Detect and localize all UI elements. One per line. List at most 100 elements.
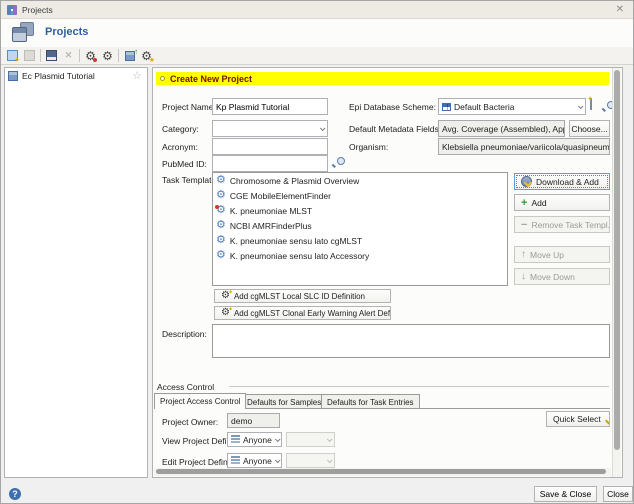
project-list: Ec Plasmid Tutorial ☆ <box>4 67 148 478</box>
import-project-icon[interactable]: ↑ <box>121 47 138 64</box>
task-templates-list[interactable]: ⚙ Chromosome & Plasmid Overview ⚙ CGE Mobi… <box>212 172 508 286</box>
view-definition-secondary-combobox <box>286 432 335 447</box>
help-icon[interactable]: ? <box>9 488 21 500</box>
new-project-icon[interactable]: ✦ <box>4 48 21 64</box>
scrollbar-thumb[interactable] <box>614 70 620 450</box>
chevron-down-icon <box>326 456 333 463</box>
quick-select-button[interactable]: Quick Select <box>546 411 610 427</box>
task-template-item[interactable]: ⚙ Chromosome & Plasmid Overview <box>213 173 507 188</box>
access-control-title: Access Control <box>157 382 215 392</box>
delete-project-icon: ✕ <box>64 50 73 60</box>
save-close-button[interactable]: Save & Close <box>534 486 597 502</box>
task-template-label: K. pneumoniae sensu lato cgMLST <box>229 235 363 246</box>
people-icon <box>231 456 240 465</box>
header: Projects <box>1 19 633 47</box>
edit-definition-secondary-combobox <box>286 453 335 468</box>
download-icon <box>521 176 532 187</box>
project-owner-value: demo <box>227 413 280 428</box>
manage-task-templates-icon[interactable]: ⚙ <box>82 48 99 64</box>
add-task-template-button[interactable]: + Add <box>514 194 610 211</box>
move-down-button: ↓ Move Down <box>514 268 610 285</box>
task-template-label: K. pneumoniae MLST <box>229 205 313 216</box>
tab-defaults-for-task-entries[interactable]: Defaults for Task Entries <box>321 394 420 409</box>
projects-icon <box>12 22 34 42</box>
task-template-item[interactable]: ⚙ K. pneumoniae sensu lato cgMLST <box>213 233 507 248</box>
organism-label: Organism: <box>349 142 389 152</box>
task-template-item[interactable]: ⚙ CGE MobileElementFinder <box>213 188 507 203</box>
project-name-input[interactable] <box>212 98 328 115</box>
epi-scheme-value: Default Bacteria <box>454 101 515 112</box>
description-label: Description: <box>162 329 207 339</box>
remove-task-template-button: − Remove Task Templ... <box>514 216 610 233</box>
default-metadata-value: Avg. Coverage (Assembled), Approximated … <box>438 120 565 137</box>
task-template-icon: ⚙ <box>216 219 226 231</box>
close-icon[interactable]: ✕ <box>616 4 624 15</box>
page-title: Projects <box>45 26 89 38</box>
chevron-down-icon <box>274 456 281 463</box>
task-template-icon: ⚙ <box>216 189 226 201</box>
task-template-icon: ⚙ <box>216 234 226 246</box>
epi-scheme-label: Epi Database Scheme: <box>349 102 436 112</box>
duplicate-project-icon <box>21 48 38 64</box>
plus-icon: + <box>521 196 528 209</box>
horizontal-scrollbar[interactable] <box>154 468 611 476</box>
arrow-up-icon: ↑ <box>521 248 526 260</box>
category-label: Category: <box>162 124 199 134</box>
new-scheme-icon[interactable] <box>590 98 592 110</box>
create-project-panel: Create New Project Project Name: Epi Dat… <box>152 67 623 478</box>
tab-project-access-control[interactable]: Project Access Control <box>154 393 247 409</box>
close-button[interactable]: Close <box>603 486 633 502</box>
toolbar: ✦ ✕ ⚙ ⚙ ↑ ⚙ ★ <box>1 47 633 65</box>
task-template-icon: ⚙ <box>216 249 226 261</box>
manage-plugins-icon[interactable]: ⚙ ★ <box>138 48 155 64</box>
modify-task-template-icon[interactable]: ⚙ <box>99 48 116 64</box>
tab-defaults-for-samples[interactable]: Defaults for Samples <box>241 394 328 409</box>
scrollbar-thumb[interactable] <box>156 469 606 474</box>
pubmed-input[interactable] <box>212 155 328 172</box>
project-name-label: Project Name: <box>162 102 216 112</box>
vertical-scrollbar[interactable] <box>612 68 621 477</box>
toolbar-separator <box>79 49 80 62</box>
pubmed-label: PubMed ID: <box>162 159 207 169</box>
task-template-item[interactable]: ⚙ NCBI AMRFinderPlus <box>213 218 507 233</box>
title-bar: Projects ✕ <box>1 1 633 19</box>
toolbar-separator <box>40 49 41 62</box>
edit-definition-combobox[interactable]: Anyone <box>227 453 282 468</box>
task-template-item[interactable]: ⚙ K. pneumoniae MLST <box>213 203 507 218</box>
task-template-item[interactable]: ⚙ K. pneumoniae sensu lato Accessory <box>213 248 507 263</box>
view-definition-combobox[interactable]: Anyone <box>227 432 282 447</box>
acronym-input[interactable] <box>212 138 328 155</box>
task-template-label: Chromosome & Plasmid Overview <box>229 175 360 186</box>
project-list-item-label: Ec Plasmid Tutorial <box>22 71 95 81</box>
key-icon <box>605 414 609 424</box>
organism-value: Klebsiella pneumoniae/variicola/quasipne… <box>438 138 610 155</box>
project-owner-label: Project Owner: <box>162 417 219 427</box>
project-list-item[interactable]: Ec Plasmid Tutorial ☆ <box>5 68 147 84</box>
favorite-star-icon[interactable]: ☆ <box>132 70 142 82</box>
save-project-icon[interactable] <box>43 48 60 64</box>
add-cgmlst-clonal-alert-button[interactable]: ⚙ Add cgMLST Clonal Early Warning Alert … <box>214 306 391 320</box>
description-textarea[interactable] <box>212 324 610 358</box>
group-divider <box>229 386 609 387</box>
banner-title: Create New Project <box>170 73 253 84</box>
add-cgmlst-local-slc-button[interactable]: ⚙ Add cgMLST Local SLC ID Definition <box>214 289 391 303</box>
scheme-table-icon <box>442 102 451 111</box>
projects-dialog: Projects ✕ Projects ✦ ✕ ⚙ ⚙ ↑ ⚙ ★ Ec Plas… <box>0 0 634 504</box>
choose-metadata-button[interactable]: Choose... <box>569 120 610 137</box>
download-add-button[interactable]: Download & Add <box>514 173 610 190</box>
project-icon <box>8 71 18 81</box>
gear-sparkle-icon: ⚙ <box>221 290 233 301</box>
task-template-label: CGE MobileElementFinder <box>229 190 331 201</box>
app-icon <box>7 4 17 15</box>
task-template-mlst-icon: ⚙ <box>215 204 226 216</box>
task-template-label: K. pneumoniae sensu lato Accessory <box>229 250 370 261</box>
acronym-label: Acronym: <box>162 142 198 152</box>
create-project-banner: Create New Project <box>156 72 609 85</box>
toolbar-separator <box>118 49 119 62</box>
chevron-down-icon <box>326 435 333 442</box>
arrow-down-icon: ↓ <box>521 270 526 282</box>
epi-scheme-combobox[interactable]: Default Bacteria <box>438 98 586 115</box>
minus-icon: − <box>521 218 528 231</box>
gear-alert-icon: ⚙ <box>221 307 233 318</box>
category-combobox[interactable] <box>212 120 328 137</box>
